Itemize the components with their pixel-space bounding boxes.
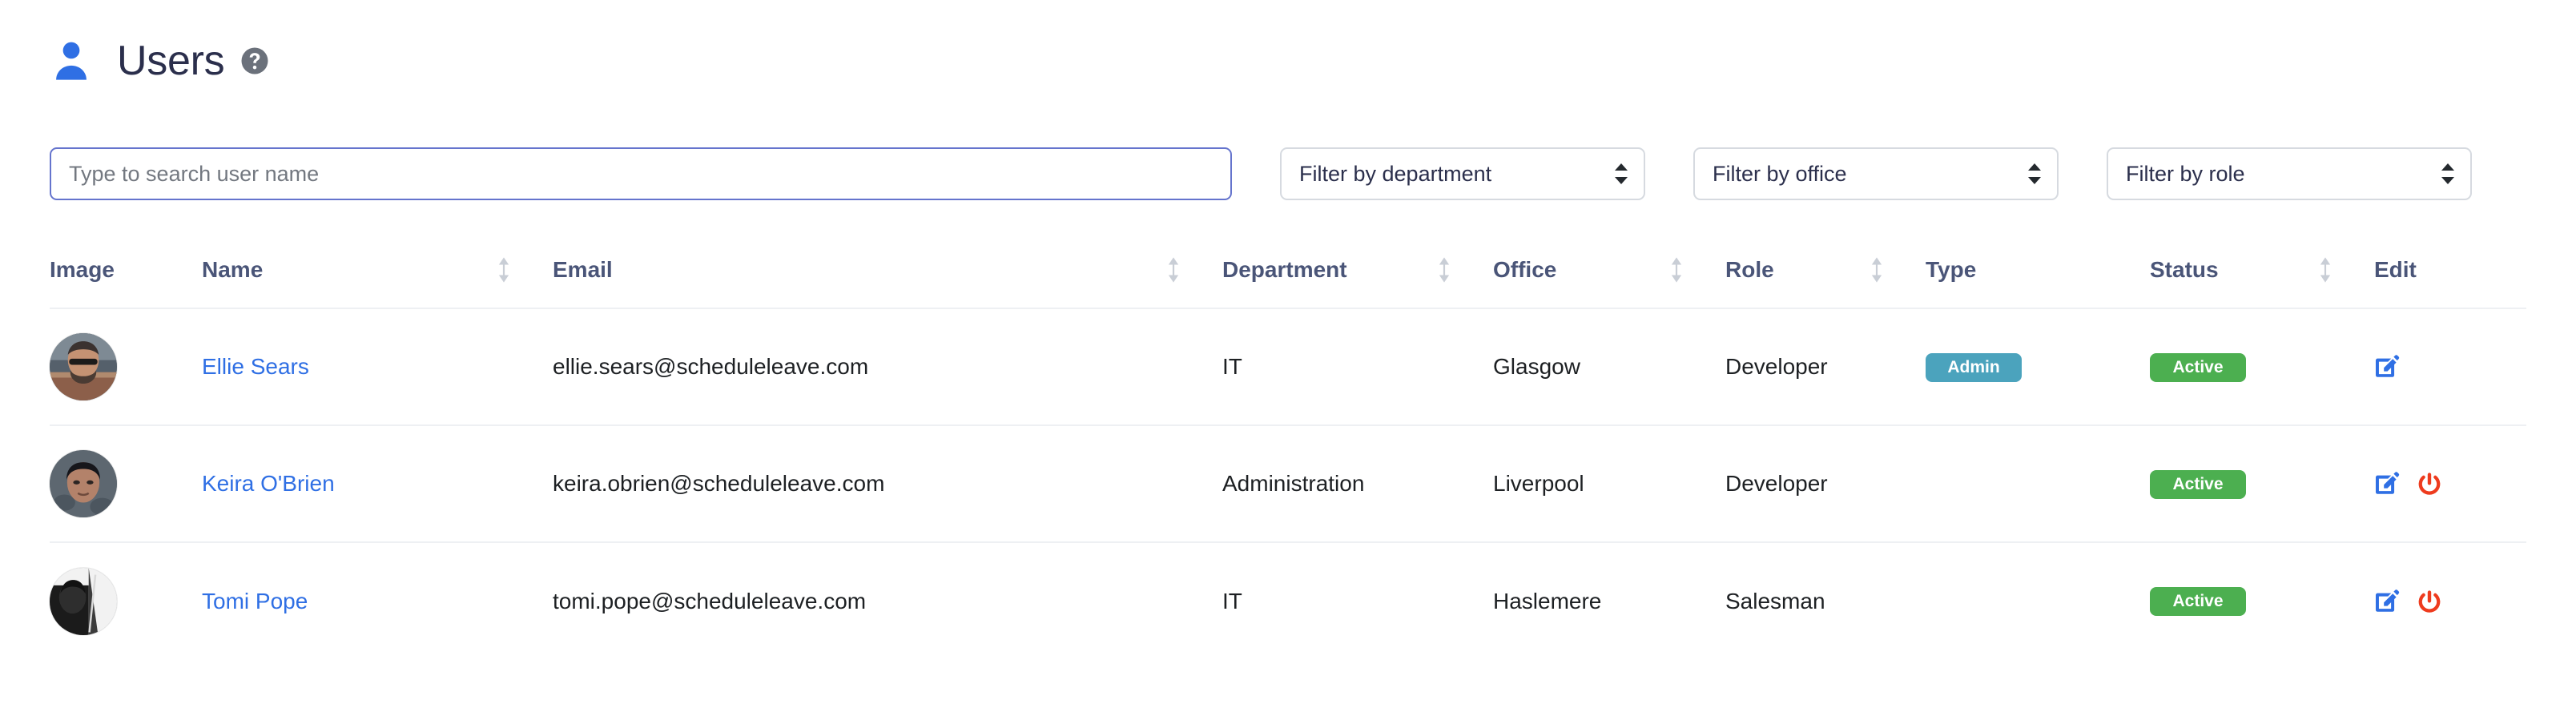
edit-user-button[interactable] <box>2374 588 2401 615</box>
user-name-cell: Tomi Pope <box>202 542 553 659</box>
column-header-label: Status <box>2150 257 2219 282</box>
sort-icon[interactable] <box>497 256 532 284</box>
column-header-label: Email <box>553 257 613 282</box>
toggle-user-active-button[interactable] <box>2416 470 2443 497</box>
status-badge: Active <box>2150 469 2246 499</box>
avatar <box>50 450 117 517</box>
column-header-image: Image <box>50 256 202 308</box>
department-filter[interactable]: Filter by department <box>1280 147 1645 200</box>
users-table-container: Image Name Email Department Office Role Type St… <box>50 256 2526 659</box>
user-name-link[interactable]: Tomi Pope <box>202 589 308 613</box>
edit-icon <box>2374 353 2401 380</box>
user-department-cell: IT <box>1222 588 1242 613</box>
table-header: Image Name Email Department Office Role Type St… <box>50 256 2526 308</box>
column-header-edit: Edit <box>2374 256 2526 308</box>
office-filter-select[interactable]: Filter by office <box>1693 147 2059 200</box>
avatar <box>50 333 117 400</box>
column-header-label: Type <box>1926 257 1977 282</box>
table-header-row: Image Name Email Department Office Role Type St… <box>50 256 2526 308</box>
office-filter[interactable]: Filter by office <box>1693 147 2059 200</box>
sort-icon[interactable] <box>2318 256 2353 284</box>
edit-user-button[interactable] <box>2374 470 2401 497</box>
column-header-label: Name <box>202 257 264 282</box>
help-circle-icon[interactable] <box>224 46 269 75</box>
user-status-cell: Active <box>2150 308 2374 425</box>
sort-icon[interactable] <box>1870 256 1905 284</box>
type-badge: Admin <box>1926 352 2022 382</box>
column-header-name[interactable]: Name <box>202 256 553 308</box>
power-icon <box>2416 588 2443 615</box>
sort-icon[interactable] <box>1437 256 1472 284</box>
department-filter-select[interactable]: Filter by department <box>1280 147 1645 200</box>
user-email-cell: ellie.sears@scheduleleave.com <box>553 354 869 379</box>
toggle-user-active-button[interactable] <box>2416 588 2443 615</box>
column-header-label: Edit <box>2374 257 2417 282</box>
user-email-cell: keira.obrien@scheduleleave.com <box>553 471 885 496</box>
person-icon <box>50 38 93 83</box>
status-badge: Active <box>2150 587 2246 616</box>
column-header-label: Office <box>1493 257 1557 282</box>
column-header-department[interactable]: Department <box>1222 256 1493 308</box>
user-type-cell: Admin <box>1926 308 2150 425</box>
column-header-role[interactable]: Role <box>1725 256 1926 308</box>
user-status-cell: Active <box>2150 542 2374 659</box>
column-header-email[interactable]: Email <box>553 256 1222 308</box>
column-header-status[interactable]: Status <box>2150 256 2374 308</box>
role-filter[interactable]: Filter by role <box>2107 147 2472 200</box>
user-office-cell: Liverpool <box>1493 471 1584 496</box>
user-office-cell: Glasgow <box>1493 354 1580 379</box>
user-name-cell: Keira O'Brien <box>202 425 553 542</box>
users-page: Users Filter by department Filter by off… <box>0 0 2576 716</box>
user-avatar-cell <box>50 308 202 425</box>
user-name-link[interactable]: Ellie Sears <box>202 354 309 379</box>
user-type-cell <box>1926 542 2150 659</box>
user-name-cell: Ellie Sears <box>202 308 553 425</box>
column-header-type: Type <box>1926 256 2150 308</box>
user-department-cell: Administration <box>1222 471 1365 496</box>
user-type-cell <box>1926 425 2150 542</box>
edit-icon <box>2374 470 2401 497</box>
column-header-label: Image <box>50 257 115 282</box>
edit-icon <box>2374 588 2401 615</box>
status-badge: Active <box>2150 352 2246 382</box>
user-avatar-cell <box>50 425 202 542</box>
search-input[interactable] <box>50 147 1232 200</box>
role-filter-select[interactable]: Filter by role <box>2107 147 2472 200</box>
user-actions-cell <box>2374 542 2526 659</box>
column-header-office[interactable]: Office <box>1493 256 1725 308</box>
user-email-cell: tomi.pope@scheduleleave.com <box>553 588 867 613</box>
page-title: Users <box>117 38 225 84</box>
sort-icon[interactable] <box>1669 256 1705 284</box>
column-header-label: Role <box>1725 257 1774 282</box>
user-status-cell: Active <box>2150 425 2374 542</box>
sort-icon[interactable] <box>1166 256 1201 284</box>
user-actions-cell <box>2374 308 2526 425</box>
column-header-label: Department <box>1222 257 1347 282</box>
user-office-cell: Haslemere <box>1493 588 1602 613</box>
users-table: Image Name Email Department Office Role Type St… <box>50 256 2526 659</box>
avatar <box>50 567 117 635</box>
user-role-cell: Developer <box>1725 354 1828 379</box>
table-row: Tomi Pope tomi.pope@scheduleleave.com IT Ha… <box>50 542 2526 659</box>
edit-user-button[interactable] <box>2374 353 2401 380</box>
user-role-cell: Salesman <box>1725 588 1825 613</box>
user-actions-cell <box>2374 425 2526 542</box>
user-avatar-cell <box>50 542 202 659</box>
page-header: Users <box>0 0 2576 83</box>
user-department-cell: IT <box>1222 354 1242 379</box>
table-row: Ellie Sears ellie.sears@scheduleleave.com… <box>50 308 2526 425</box>
filter-bar: Filter by department Filter by office Fi… <box>50 147 2526 200</box>
table-row: Keira O'Brien keira.obrien@scheduleleave.… <box>50 425 2526 542</box>
user-role-cell: Developer <box>1725 471 1828 496</box>
table-body: Ellie Sears ellie.sears@scheduleleave.com… <box>50 308 2526 659</box>
power-icon <box>2416 470 2443 497</box>
user-name-link[interactable]: Keira O'Brien <box>202 471 335 496</box>
